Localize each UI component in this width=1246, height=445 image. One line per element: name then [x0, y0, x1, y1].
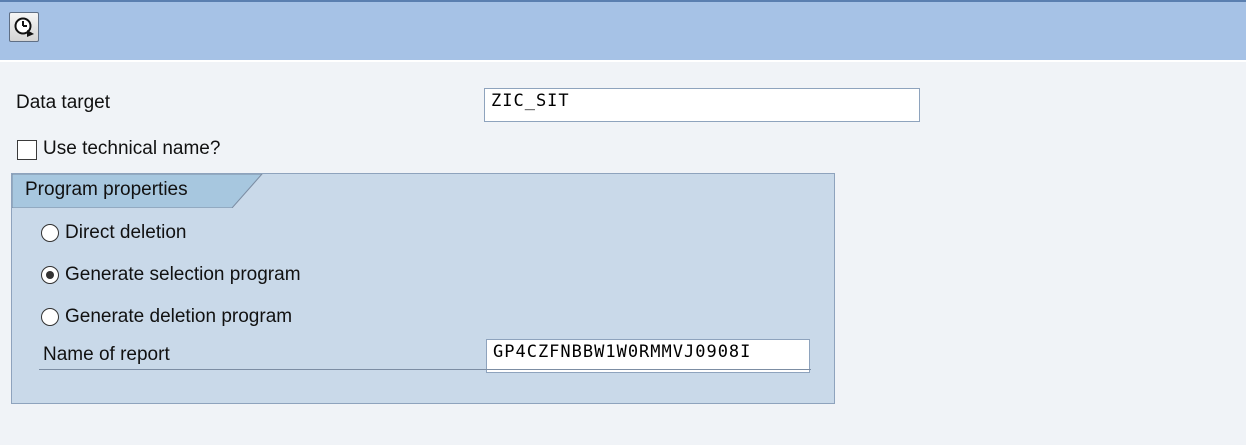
data-target-label: Data target [16, 92, 110, 113]
report-name-label: Name of report [43, 344, 170, 365]
execute-clock-icon [14, 17, 34, 37]
execute-button[interactable] [9, 12, 39, 42]
radio-label: Generate selection program [65, 264, 301, 285]
use-technical-name-checkbox[interactable] [17, 140, 37, 160]
radio-button[interactable] [41, 266, 59, 284]
radio-generate-deletion-program[interactable]: Generate deletion program [41, 306, 292, 328]
radio-label: Generate deletion program [65, 306, 293, 327]
radio-generate-selection-program[interactable]: Generate selection program [41, 264, 301, 286]
program-properties-group: Program properties Direct deletion Gener… [11, 173, 835, 404]
radio-button[interactable] [41, 308, 59, 326]
report-name-input[interactable]: GP4CZFNBBW1W0RMMVJ0908I [486, 339, 810, 373]
application-toolbar [0, 0, 1246, 62]
use-technical-name-label: Use technical name? [43, 138, 221, 159]
data-target-input[interactable]: ZIC_SIT [484, 88, 920, 122]
group-title-tab: Program properties [12, 174, 272, 208]
group-title: Program properties [25, 179, 188, 200]
row-underline [39, 369, 811, 370]
radio-label: Direct deletion [65, 222, 187, 243]
radio-direct-deletion[interactable]: Direct deletion [41, 222, 186, 244]
radio-button[interactable] [41, 224, 59, 242]
